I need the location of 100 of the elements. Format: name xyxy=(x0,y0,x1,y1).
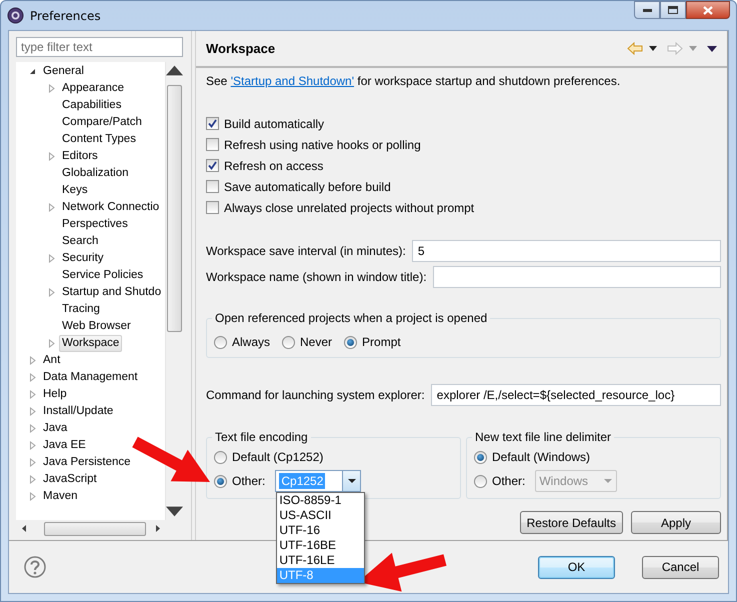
field-label: Workspace save interval (in minutes): xyxy=(206,244,406,258)
input-field[interactable]: explorer /E,/select=${selected_resource_loc} xyxy=(430,384,721,406)
tree-item[interactable]: Java xyxy=(40,420,70,437)
tree-item[interactable]: Web Browser xyxy=(59,318,134,335)
checkbox[interactable] xyxy=(206,180,219,193)
collapsed-triangle-icon[interactable] xyxy=(47,339,56,348)
collapsed-triangle-icon[interactable] xyxy=(28,373,37,382)
expanded-triangle-icon[interactable] xyxy=(28,67,37,76)
checkbox[interactable] xyxy=(206,201,219,214)
radio-button[interactable] xyxy=(214,474,227,488)
close-button[interactable] xyxy=(686,1,730,19)
radio-label[interactable]: Always xyxy=(232,335,270,349)
minimize-button[interactable] xyxy=(634,1,660,19)
maximize-button[interactable] xyxy=(660,1,686,19)
collapsed-triangle-icon[interactable] xyxy=(28,492,37,501)
dropdown-option[interactable]: UTF-16 xyxy=(277,523,364,538)
checkbox[interactable] xyxy=(206,159,219,172)
checkbox-label[interactable]: Save automatically before build xyxy=(224,180,391,194)
dropdown-option[interactable]: US-ASCII xyxy=(277,508,364,523)
tree-item[interactable]: Startup and Shutdo xyxy=(59,284,164,301)
radio-label[interactable]: Prompt xyxy=(362,335,401,349)
dropdown-option[interactable]: UTF-16BE xyxy=(277,538,364,553)
scroll-left-icon[interactable] xyxy=(22,525,26,532)
tree-item[interactable]: Security xyxy=(59,250,107,267)
page-title: Workspace xyxy=(206,41,276,56)
checkbox-label[interactable]: Build automatically xyxy=(224,116,324,130)
collapsed-triangle-icon[interactable] xyxy=(28,441,37,450)
intro-text: See 'Startup and Shutdown' for workspace startup and shutdown preferences. xyxy=(206,74,622,90)
tree-item[interactable]: Globalization xyxy=(59,165,132,182)
checkbox-label[interactable]: Refresh using native hooks or polling xyxy=(224,138,421,152)
collapsed-triangle-icon[interactable] xyxy=(47,203,56,212)
tree-item[interactable]: Compare/Patch xyxy=(59,114,145,131)
field-label: Workspace name (shown in window title): xyxy=(206,270,427,284)
help-icon[interactable] xyxy=(24,556,46,578)
tree-item[interactable]: Network Connectio xyxy=(59,199,162,216)
radio-label[interactable]: Other: xyxy=(492,474,526,488)
filter-field[interactable]: type filter text xyxy=(16,37,183,57)
close-icon xyxy=(703,6,713,14)
tree-item[interactable]: Editors xyxy=(59,148,101,165)
back-arrow-icon[interactable] xyxy=(627,42,643,55)
tree-item[interactable]: Keys xyxy=(59,182,91,199)
collapsed-triangle-icon[interactable] xyxy=(28,424,37,433)
checkbox-label[interactable]: Refresh on access xyxy=(224,158,324,172)
tree-item[interactable]: Maven xyxy=(40,488,81,505)
tree-item[interactable]: Tracing xyxy=(59,301,103,318)
scroll-right-icon[interactable] xyxy=(156,525,160,532)
radio-label[interactable]: Other: xyxy=(232,474,266,488)
collapsed-triangle-icon[interactable] xyxy=(47,152,56,161)
checkbox[interactable] xyxy=(206,117,219,130)
radio-button[interactable] xyxy=(474,450,487,464)
collapsed-triangle-icon[interactable] xyxy=(47,288,56,297)
radio-label[interactable]: Default (Windows) xyxy=(492,450,590,464)
collapsed-triangle-icon[interactable] xyxy=(28,356,37,365)
radio-button[interactable] xyxy=(214,336,227,348)
collapsed-triangle-icon[interactable] xyxy=(28,390,37,399)
minimize-icon xyxy=(642,8,652,12)
tree-item[interactable]: JavaScript xyxy=(40,471,100,488)
dropdown-caret-icon[interactable] xyxy=(649,46,657,51)
collapsed-triangle-icon[interactable] xyxy=(28,475,37,484)
tree-item[interactable]: Install/Update xyxy=(40,403,116,420)
window-title: Preferences xyxy=(30,8,101,22)
tree-item[interactable]: Workspace xyxy=(59,335,122,352)
dropdown-option[interactable]: UTF-16LE xyxy=(277,553,364,568)
forward-arrow-icon[interactable] xyxy=(667,42,683,55)
tree-item[interactable]: Java Persistence xyxy=(40,454,134,471)
tree-item[interactable]: Perspectives xyxy=(59,216,131,233)
tree-item[interactable]: Help xyxy=(40,386,70,403)
input-field[interactable]: 5 xyxy=(412,240,721,262)
group-title: Open referenced projects when a project is opened xyxy=(212,311,490,325)
radio-button[interactable] xyxy=(344,336,358,348)
collapsed-triangle-icon[interactable] xyxy=(28,458,37,467)
apply-button[interactable]: Apply xyxy=(631,511,721,534)
dropdown-option[interactable]: ISO-8859-1 xyxy=(277,493,364,508)
collapsed-triangle-icon[interactable] xyxy=(47,254,56,263)
radio-button[interactable] xyxy=(474,474,487,488)
radio-label[interactable]: Default (Cp1252) xyxy=(232,450,324,464)
collapsed-triangle-icon[interactable] xyxy=(28,407,37,416)
tree-item[interactable]: Java EE xyxy=(40,437,89,454)
startup-link[interactable]: 'Startup and Shutdown' xyxy=(230,74,354,88)
tree-item[interactable]: Search xyxy=(59,233,102,250)
gear-icon xyxy=(7,7,24,24)
radio-label[interactable]: Never xyxy=(300,335,332,349)
cancel-button[interactable]: Cancel xyxy=(642,556,719,578)
tree-item[interactable]: Capabilities xyxy=(59,97,124,114)
checkbox[interactable] xyxy=(206,138,219,151)
tree-item[interactable]: Ant xyxy=(40,352,64,369)
tree-item[interactable]: Service Policies xyxy=(59,267,146,284)
restore-defaults-button[interactable]: Restore Defaults xyxy=(520,511,623,534)
tree-item[interactable]: Content Types xyxy=(59,131,139,148)
checkbox-label[interactable]: Always close unrelated projects without prompt xyxy=(224,200,474,214)
tree-item[interactable]: Data Management xyxy=(40,369,141,386)
radio-button[interactable] xyxy=(282,336,296,348)
dropdown-caret-icon[interactable] xyxy=(348,479,356,483)
tree-item[interactable]: Appearance xyxy=(59,80,128,97)
ok-button[interactable]: OK xyxy=(538,556,615,578)
radio-button[interactable] xyxy=(214,450,227,464)
view-menu-icon[interactable] xyxy=(707,46,717,52)
collapsed-triangle-icon[interactable] xyxy=(47,84,56,93)
input-field[interactable] xyxy=(432,266,721,288)
tree-item[interactable]: General xyxy=(40,63,87,80)
